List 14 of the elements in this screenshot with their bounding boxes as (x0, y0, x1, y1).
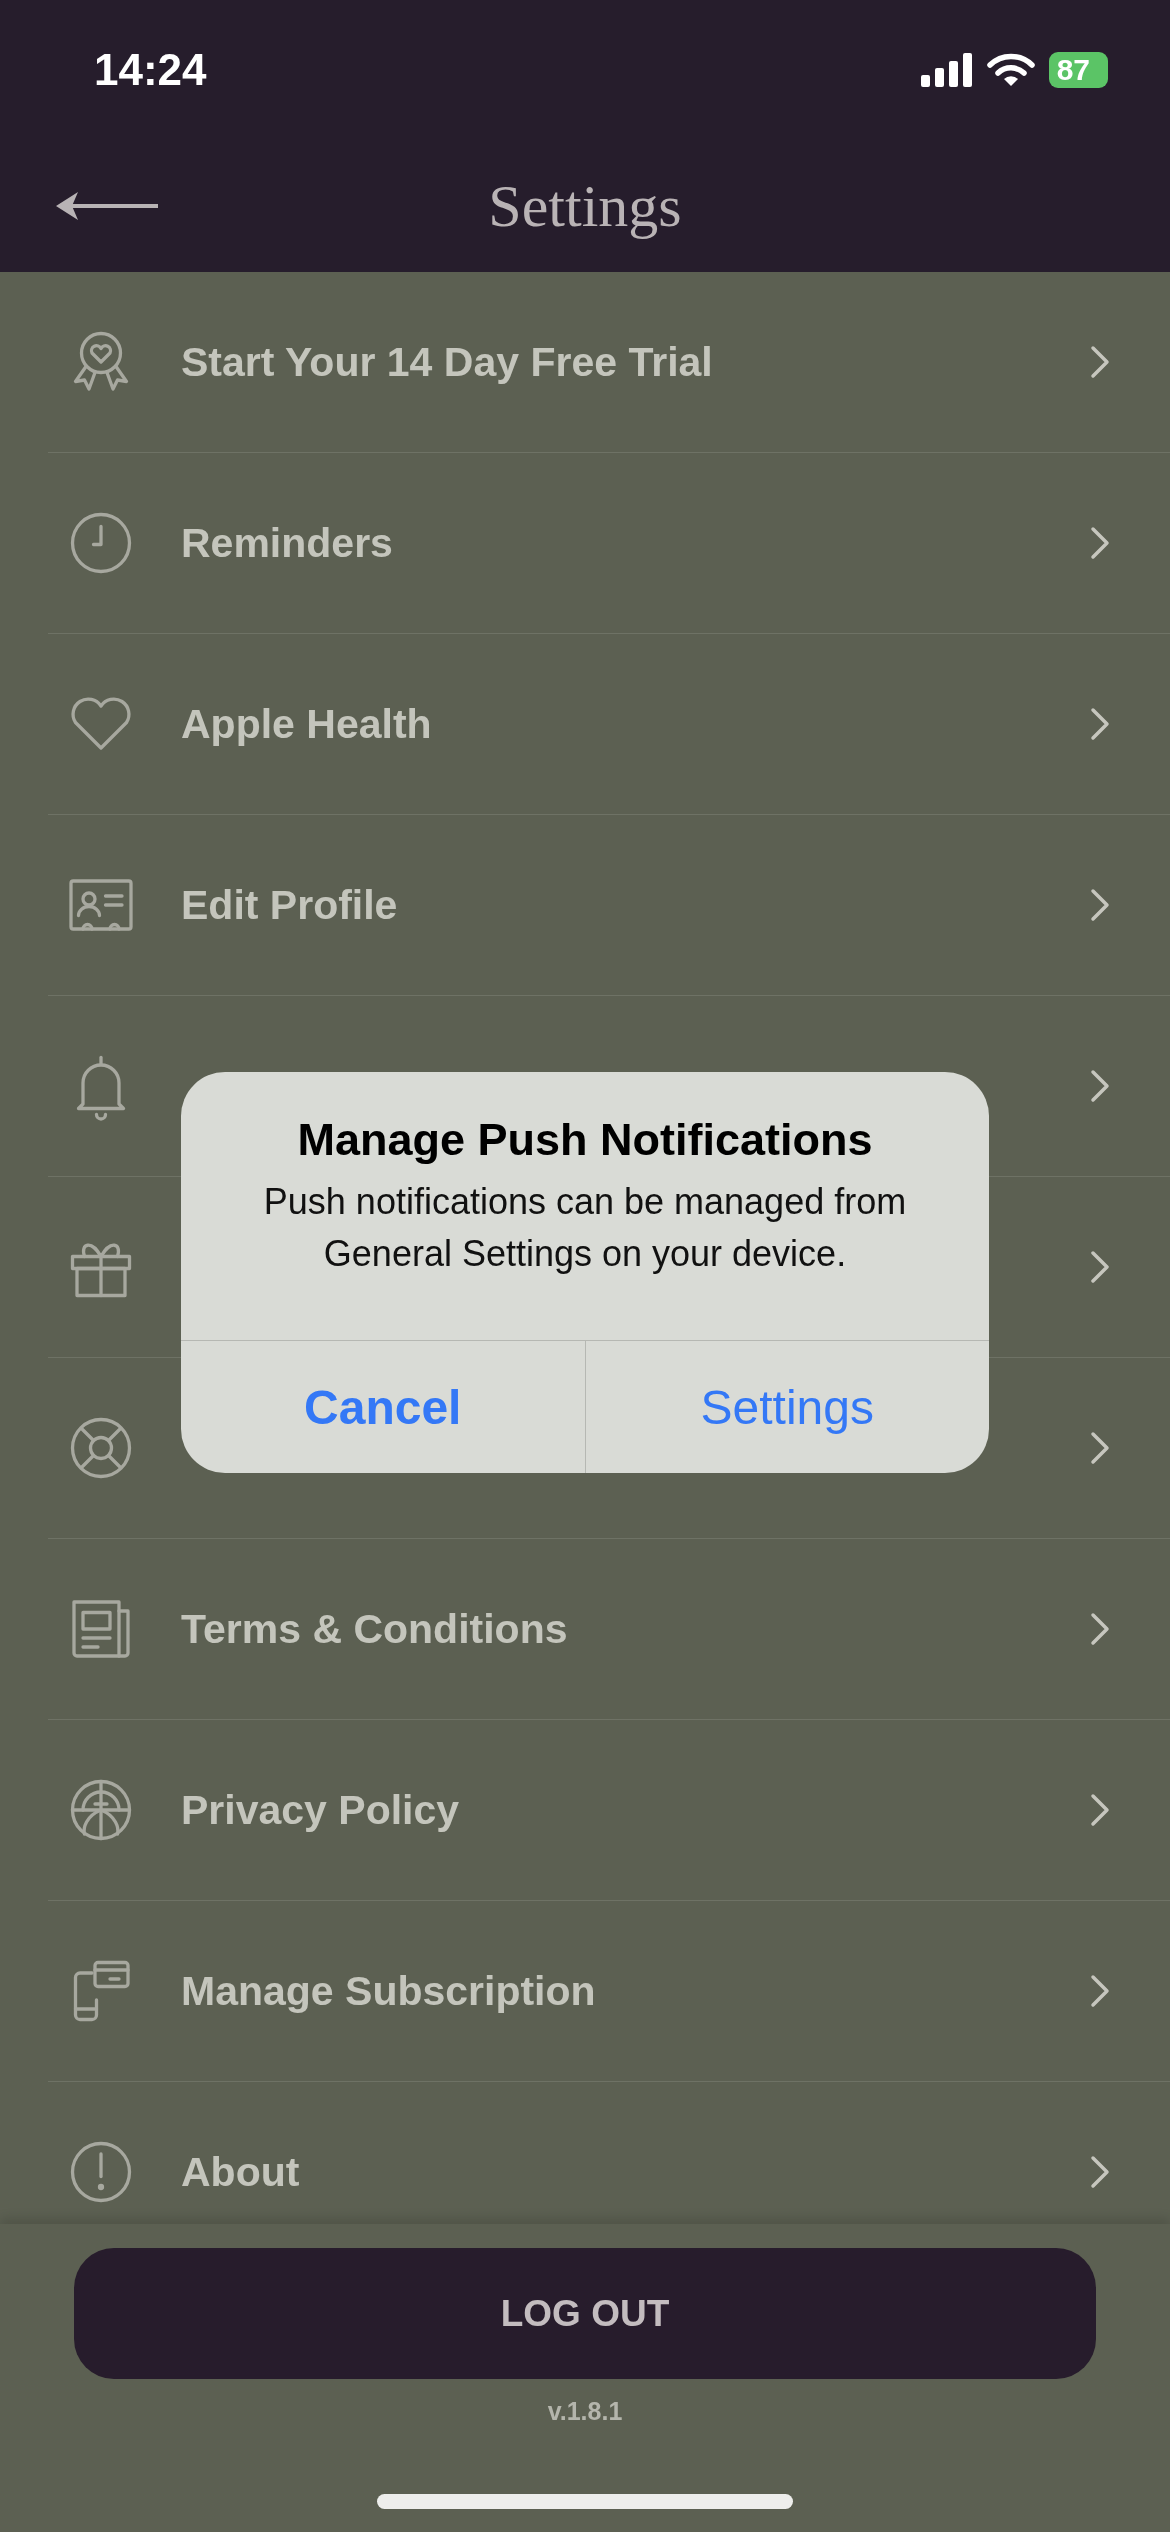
settings-item-label: Start Your 14 Day Free Trial (181, 338, 713, 386)
version-label: v.1.8.1 (547, 2397, 623, 2426)
alert-message: Push notifications can be managed from General Settings on your device. (262, 1180, 908, 1276)
settings-item-label: Edit Profile (181, 881, 398, 929)
battery-indicator: 87 (1048, 52, 1108, 88)
settings-item-label: About (181, 2148, 300, 2196)
screen-title: Settings (488, 171, 682, 241)
settings-item-label: Privacy Policy (181, 1786, 460, 1834)
settings-item-label: Manage Subscription (181, 1967, 596, 2015)
settings-item-label: Apple Health (181, 700, 432, 748)
alert-title: Manage Push Notifications (296, 1114, 874, 1166)
settings-item-label: Reminders (181, 519, 393, 567)
settings-item-label: Terms & Conditions (181, 1605, 568, 1653)
status-time: 14:24 (94, 45, 207, 95)
